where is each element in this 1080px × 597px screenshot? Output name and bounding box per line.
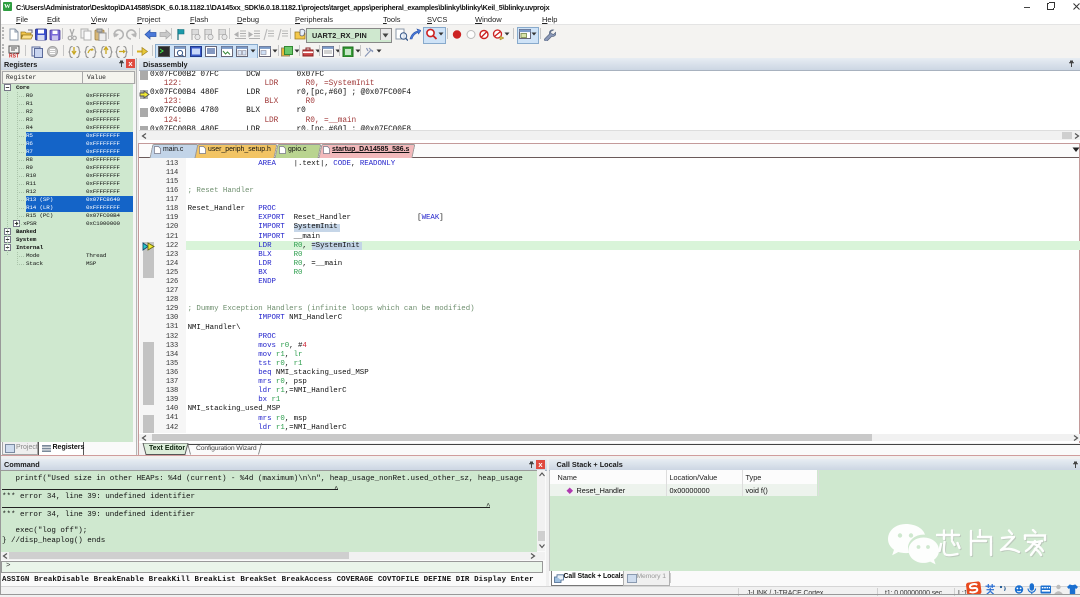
svg-text:RST: RST xyxy=(9,53,19,58)
